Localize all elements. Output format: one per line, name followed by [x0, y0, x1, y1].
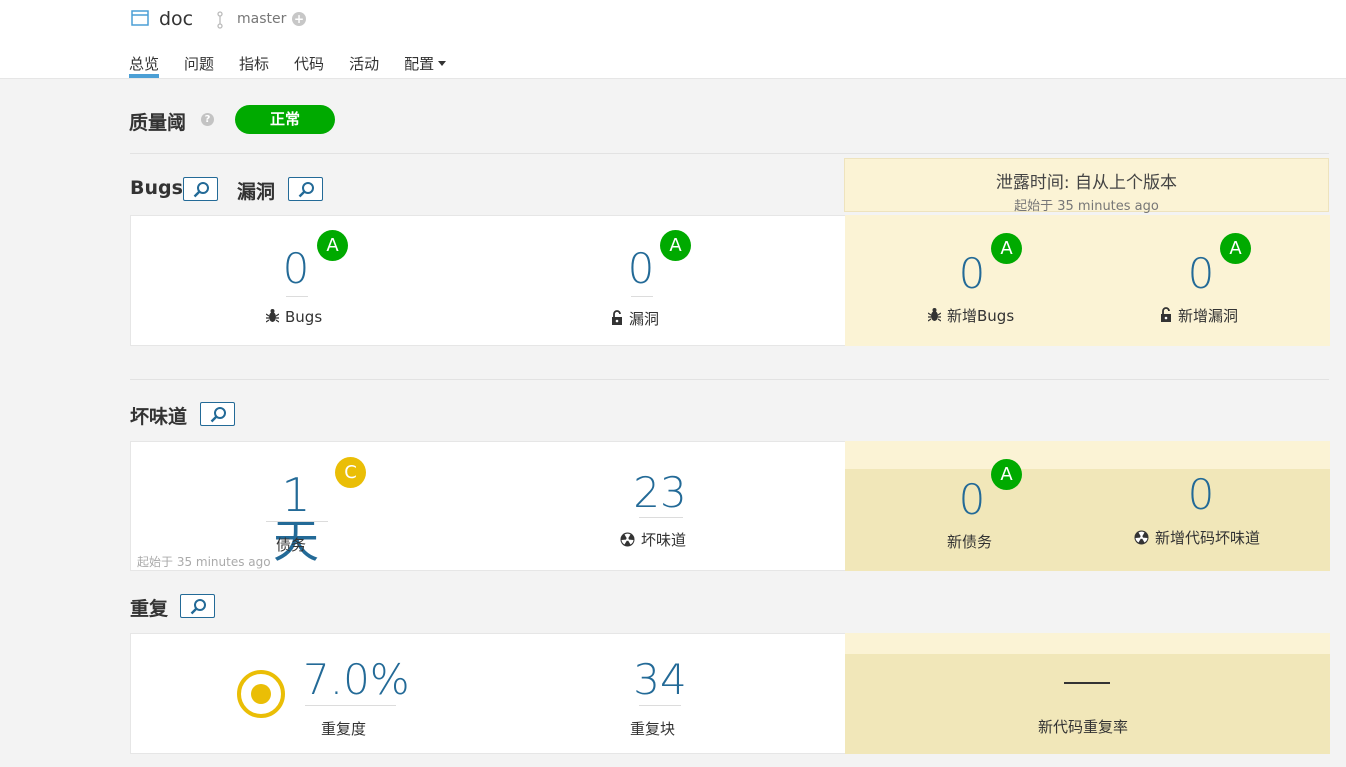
new-code-smells-label: 新增代码坏味道 — [1134, 527, 1260, 548]
quality-gate-status-badge: 正常 — [235, 105, 335, 134]
duplication-donut-icon — [237, 670, 285, 718]
leak-period-header: 泄露时间: 自从上个版本 起始于 35 minutes ago — [844, 158, 1329, 214]
vulnerabilities-label-text: 漏洞 — [629, 310, 660, 328]
top-bar: doc master + 总览 问题 指标 代码 活动 配置 — [0, 0, 1346, 79]
search-icon — [298, 182, 314, 198]
new-bugs-rating[interactable]: A — [991, 233, 1022, 264]
bugs-label-text: Bugs — [285, 308, 323, 326]
code-smells-drilldown-button[interactable] — [200, 402, 235, 426]
duplications-panel: 7.0% 重复度 34 重复块 新代码重复率 — [130, 633, 1330, 754]
new-duplication-label: 新代码重复率 — [1038, 718, 1129, 736]
debt-since: 起始于 35 minutes ago — [137, 555, 271, 569]
tab-issues[interactable]: 问题 — [184, 53, 214, 79]
tab-configuration[interactable]: 配置 — [404, 53, 447, 79]
unlock-icon — [1161, 307, 1171, 322]
bugs-value[interactable]: 0 — [281, 248, 311, 290]
branch-name[interactable]: master — [237, 11, 286, 27]
vulnerabilities-drilldown-button[interactable] — [288, 177, 323, 201]
leak-stripe — [845, 633, 1330, 654]
new-bugs-label-text: 新增Bugs — [947, 307, 1015, 325]
code-smells-value[interactable]: 23 — [629, 472, 691, 514]
bug-icon — [265, 309, 280, 323]
bug-icon — [927, 308, 942, 322]
leak-column — [845, 441, 1330, 571]
leak-period-title: 泄露时间: 自从上个版本 — [995, 173, 1178, 193]
divider — [130, 379, 1329, 380]
tab-activity[interactable]: 活动 — [349, 53, 379, 79]
tab-measures[interactable]: 指标 — [239, 53, 269, 79]
vulnerabilities-rating[interactable]: A — [660, 230, 691, 261]
bugs-rating[interactable]: A — [317, 230, 348, 261]
divider — [130, 153, 1329, 154]
duplication-density-label: 重复度 — [321, 720, 367, 738]
duplicated-blocks-value[interactable]: 34 — [630, 659, 690, 701]
underline — [305, 705, 396, 706]
duplication-density-value[interactable]: 7.0% — [303, 659, 410, 701]
duplications-section-title: 重复 — [130, 598, 169, 620]
code-smells-section-title: 坏味道 — [130, 406, 188, 428]
tab-overview[interactable]: 总览 — [129, 53, 160, 79]
new-code-smells-value[interactable]: 0 — [1186, 474, 1216, 516]
search-icon — [210, 407, 226, 423]
bugs-label: Bugs — [265, 308, 323, 326]
branch-icon — [217, 11, 223, 29]
duplicated-blocks-label: 重复块 — [630, 720, 676, 738]
underline — [639, 705, 681, 706]
underline — [286, 296, 308, 297]
project-name[interactable]: doc — [159, 8, 193, 30]
leak-column-body — [845, 469, 1330, 571]
main-nav: 总览 问题 指标 代码 活动 配置 — [129, 53, 471, 79]
new-bugs-value[interactable]: 0 — [957, 253, 987, 295]
radiation-icon — [1134, 530, 1149, 545]
new-debt-rating[interactable]: A — [991, 459, 1022, 490]
add-branch-icon[interactable]: + — [292, 12, 306, 26]
vulnerabilities-section-title: 漏洞 — [237, 181, 276, 203]
help-icon[interactable]: ? — [201, 113, 214, 126]
bugs-drilldown-button[interactable] — [183, 177, 218, 201]
new-bugs-label: 新增Bugs — [927, 305, 1015, 326]
radiation-icon — [620, 532, 635, 547]
maintainability-panel: 1天 C 债务 23 坏味道 起始于 35 minutes ago 0 A 新债… — [130, 441, 1330, 571]
leak-period-since: 起始于 35 minutes ago — [1014, 199, 1159, 214]
new-vulnerabilities-label: 新增漏洞 — [1160, 305, 1238, 326]
leak-column-body — [845, 654, 1330, 754]
new-vulnerabilities-label-text: 新增漏洞 — [1178, 307, 1239, 325]
leak-stripe — [845, 441, 1330, 469]
unlock-icon — [612, 310, 622, 325]
quality-gate-title: 质量阈 — [129, 112, 187, 134]
new-vulnerabilities-value[interactable]: 0 — [1186, 253, 1216, 295]
new-duplication-value — [1064, 682, 1110, 684]
debt-label: 债务 — [276, 536, 307, 554]
search-icon — [193, 182, 209, 198]
reliability-panel: 0 A Bugs 0 A 漏洞 0 A 新增Bugs 0 A 新增漏洞 — [130, 215, 1330, 346]
underline — [631, 296, 653, 297]
underline — [266, 521, 328, 522]
new-vulnerabilities-rating[interactable]: A — [1220, 233, 1251, 264]
new-debt-value[interactable]: 0 — [957, 479, 987, 521]
search-icon — [190, 599, 206, 615]
project-icon — [131, 10, 149, 26]
new-debt-label: 新债务 — [947, 533, 993, 551]
new-code-smells-label-text: 新增代码坏味道 — [1155, 529, 1261, 547]
caret-down-icon — [438, 60, 447, 66]
leak-column — [845, 215, 1330, 346]
vulnerabilities-value[interactable]: 0 — [626, 248, 656, 290]
vulnerabilities-label: 漏洞 — [611, 308, 659, 329]
code-smells-label: 坏味道 — [620, 529, 686, 550]
code-smells-label-text: 坏味道 — [641, 531, 687, 549]
bugs-section-title: Bugs — [130, 177, 183, 199]
tab-configuration-label: 配置 — [404, 55, 435, 73]
debt-rating[interactable]: C — [335, 457, 366, 488]
underline — [639, 517, 683, 518]
duplications-drilldown-button[interactable] — [180, 594, 215, 618]
tab-code[interactable]: 代码 — [294, 53, 324, 79]
